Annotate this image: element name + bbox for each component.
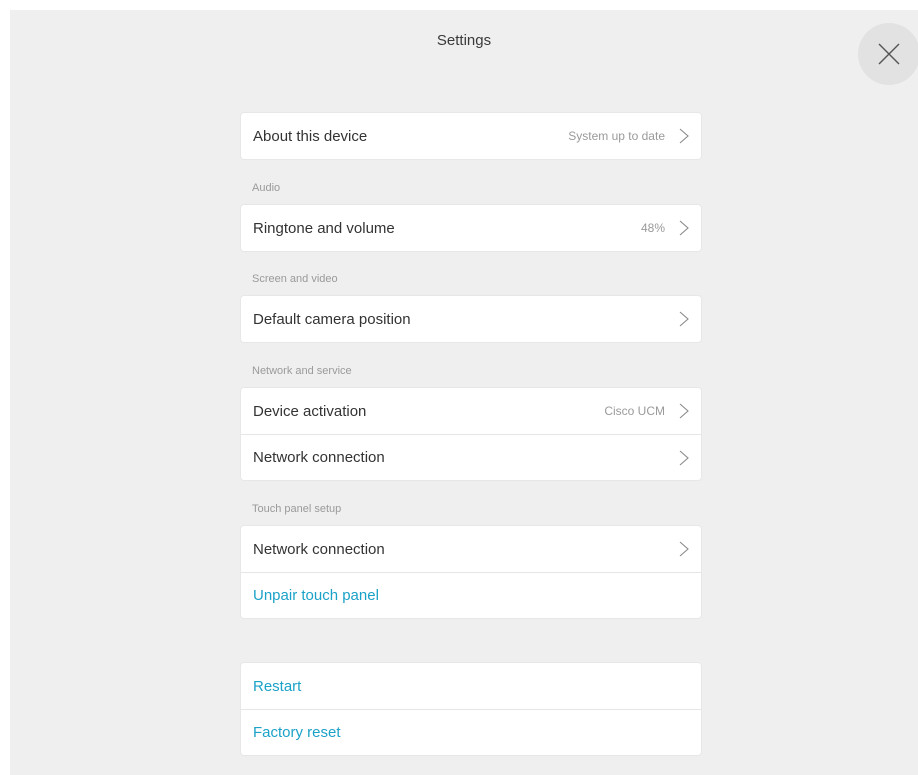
section-header-audio: Audio xyxy=(252,182,281,194)
touch-network-connection-label: Network connection xyxy=(253,540,385,558)
activation-value: Cisco UCM xyxy=(604,404,665,418)
device-activation-label: Device activation xyxy=(253,402,367,420)
chevron-right-icon xyxy=(679,128,689,144)
about-card: About this device System up to date xyxy=(241,113,701,159)
system-status-value: System up to date xyxy=(568,129,665,143)
audio-card: Ringtone and volume 48% xyxy=(241,205,701,251)
factory-reset-button[interactable]: Factory reset xyxy=(241,709,701,755)
section-header-touch-panel: Touch panel setup xyxy=(252,503,342,515)
close-button[interactable] xyxy=(858,23,918,85)
about-device-label: About this device xyxy=(253,127,368,145)
ringtone-volume-row[interactable]: Ringtone and volume 48% xyxy=(241,205,701,251)
touch-network-connection-row[interactable]: Network connection xyxy=(241,526,701,572)
settings-panel: Settings About this device System up to … xyxy=(10,10,918,775)
page-title: Settings xyxy=(436,32,492,49)
chevron-right-icon xyxy=(679,541,689,557)
about-device-row[interactable]: About this device System up to date xyxy=(241,113,701,159)
network-connection-label: Network connection xyxy=(253,449,385,466)
unpair-touch-panel-label: Unpair touch panel xyxy=(253,587,379,604)
section-header-screen-video: Screen and video xyxy=(252,273,338,285)
close-icon xyxy=(878,43,900,65)
system-actions-card: Restart Factory reset xyxy=(241,663,701,755)
device-activation-row[interactable]: Device activation Cisco UCM xyxy=(241,388,701,434)
chevron-right-icon xyxy=(679,220,689,236)
restart-label: Restart xyxy=(253,677,302,695)
network-connection-row[interactable]: Network connection xyxy=(241,434,701,480)
network-service-card: Device activation Cisco UCM Network conn… xyxy=(241,388,701,480)
section-header-network-service: Network and service xyxy=(252,365,352,377)
ringtone-volume-label: Ringtone and volume xyxy=(253,219,395,237)
chevron-right-icon xyxy=(679,403,689,419)
chevron-right-icon xyxy=(679,450,689,465)
chevron-right-icon xyxy=(679,311,689,327)
camera-position-label: Default camera position xyxy=(253,310,411,328)
screen-video-card: Default camera position xyxy=(241,296,701,342)
volume-value: 48% xyxy=(640,221,665,235)
touch-panel-card: Network connection Unpair touch panel xyxy=(241,526,701,618)
factory-reset-label: Factory reset xyxy=(253,724,341,741)
camera-position-row[interactable]: Default camera position xyxy=(241,296,701,342)
restart-button[interactable]: Restart xyxy=(241,663,701,709)
unpair-touch-panel-button[interactable]: Unpair touch panel xyxy=(241,572,701,618)
